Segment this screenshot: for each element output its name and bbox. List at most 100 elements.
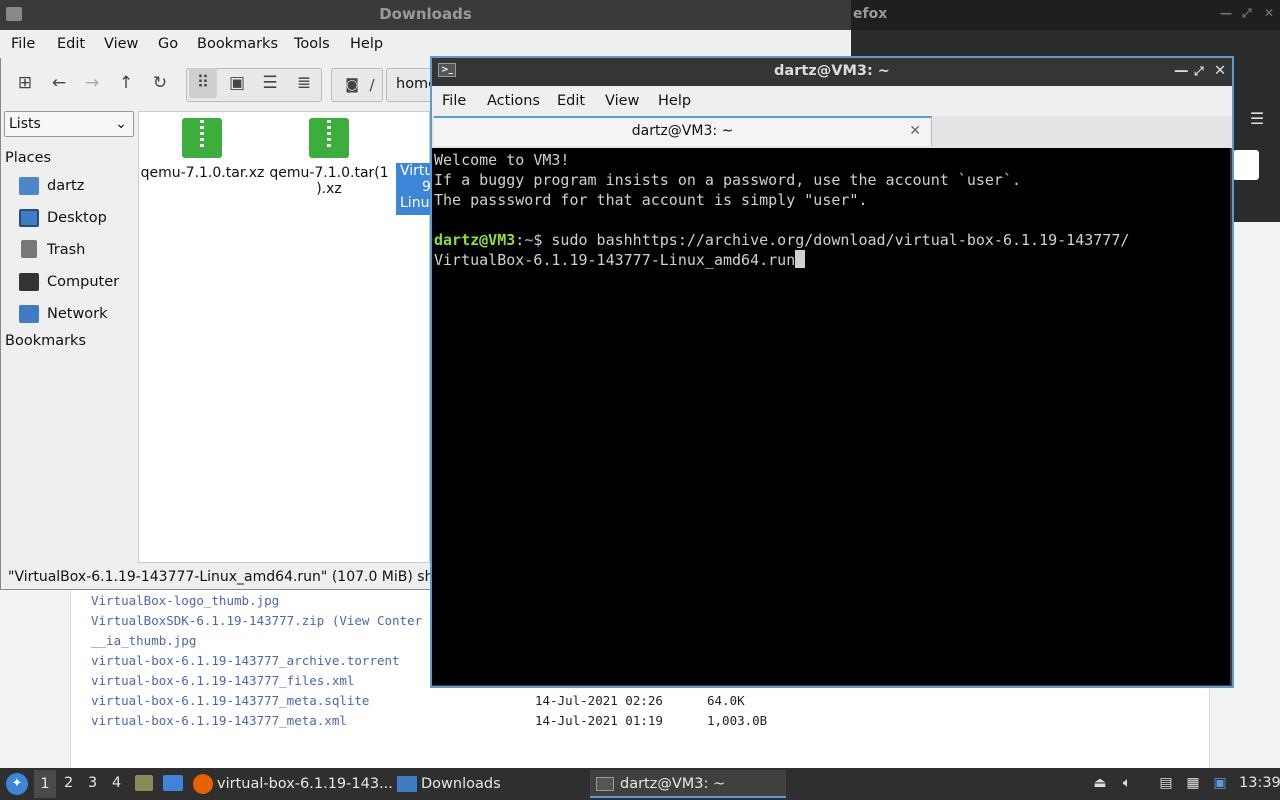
file-link[interactable]: virtual-box-6.1.19-143777_meta.xml (91, 713, 347, 728)
file-name-line: Virtu (400, 163, 430, 179)
file-name[interactable]: qemu-7.1.0.tar.xz (140, 165, 265, 181)
task-label: dartz@VM3: ~ (620, 776, 726, 792)
terminal-line: If a buggy program insists on a password… (434, 171, 1021, 189)
desktop-icon (19, 209, 39, 227)
file-size: 64.0K (707, 693, 745, 708)
forward-arrow-icon[interactable]: → (78, 68, 106, 98)
selected-file-name[interactable]: Virtu9Linux (396, 163, 430, 215)
menu-edit[interactable]: Edit (57, 36, 85, 52)
network-icon (19, 305, 39, 323)
places-header: Places (5, 150, 52, 166)
prompt-path: ~ (524, 231, 534, 249)
file-name-line: qemu-7.1.0.tar(1 (269, 165, 389, 181)
reload-icon[interactable]: ↻ (146, 68, 174, 98)
hamburger-menu-icon[interactable]: ☰ (1240, 104, 1274, 134)
workspace-1[interactable]: 1 (34, 770, 56, 798)
show-desktop-icon[interactable] (163, 775, 183, 791)
menu-help[interactable]: Help (350, 36, 383, 52)
new-tab-icon[interactable]: ⊞ (11, 68, 39, 98)
file-date: 14-Jul-2021 02:26 (535, 693, 663, 708)
home-folder-icon (19, 177, 39, 195)
place-desktop[interactable]: Desktop (47, 210, 107, 226)
volume-icon[interactable]: 🔈︎ (1118, 775, 1136, 793)
file-size: 1,003.0B (707, 713, 768, 728)
file-link[interactable]: virtual-box-6.1.19-143777_archive.torren… (91, 653, 400, 668)
icon-view-icon[interactable]: ⠿ (189, 68, 217, 98)
archive-file-icon[interactable] (309, 118, 349, 158)
file-name[interactable]: qemu-7.1.0.tar(1).xz (268, 165, 390, 197)
terminal-menu-file[interactable]: File (442, 93, 466, 109)
path-root-label: / (369, 76, 375, 94)
file-link[interactable]: virtual-box-6.1.19-143777_files.xml (91, 673, 354, 688)
chevron-down-icon: ⌄ (115, 116, 127, 132)
compact-view-icon[interactable]: ☰ (256, 68, 284, 98)
menu-bookmarks[interactable]: Bookmarks (197, 36, 278, 52)
place-trash[interactable]: Trash (47, 242, 85, 258)
place-dartz[interactable]: dartz (47, 178, 84, 194)
menu-tools[interactable]: Tools (294, 36, 330, 52)
file-link-name[interactable]: VirtualBoxSDK-6.1.19-143777.zip (91, 613, 324, 628)
maximize-icon[interactable]: ⤢ (1242, 6, 1252, 21)
trash-icon (21, 240, 37, 258)
file-manager-launcher-icon[interactable] (135, 775, 153, 791)
close-icon[interactable]: ✕ (1214, 58, 1226, 84)
task-label: Downloads (421, 776, 501, 792)
updates-icon[interactable]: ⏏ (1091, 775, 1109, 793)
maximize-icon[interactable]: ⤢ (1194, 58, 1204, 84)
terminal-output[interactable]: Welcome to VM3! If a buggy program insis… (432, 148, 1230, 685)
terminal-menu-view[interactable]: View (605, 93, 639, 109)
terminal-menu-help[interactable]: Help (658, 93, 691, 109)
firefox-search-field[interactable] (1233, 150, 1259, 180)
workspace-2[interactable]: 2 (64, 775, 73, 791)
file-link[interactable]: VirtualBox-logo_thumb.jpg (91, 593, 279, 608)
menu-file[interactable]: File (11, 36, 35, 52)
start-menu-icon[interactable]: ✦ (6, 773, 28, 795)
prompt-separator: : (515, 231, 525, 249)
file-link[interactable]: virtual-box-6.1.19-143777_meta.sqlite (91, 693, 369, 708)
close-tab-icon[interactable]: ✕ (909, 118, 921, 144)
minimize-icon[interactable]: — (1174, 58, 1189, 84)
archive-file-icon[interactable] (182, 118, 222, 158)
file-link[interactable]: VirtualBoxSDK-6.1.19-143777.zip (View Co… (91, 613, 422, 628)
clipboard-icon[interactable]: ▤ (1157, 775, 1175, 793)
place-computer[interactable]: Computer (47, 274, 119, 290)
terminal-line: The passsword for that account is simply… (434, 191, 868, 209)
side-pane-mode-label: Lists (9, 116, 41, 132)
file-link[interactable]: __ia_thumb.jpg (91, 633, 196, 648)
view-contents-link[interactable]: (View Conter (332, 613, 422, 628)
minimize-icon[interactable]: — (1220, 6, 1232, 20)
terminal-menubar (432, 86, 1232, 116)
file-name-line: Linux (400, 195, 430, 211)
terminal-icon (596, 777, 614, 791)
terminal-menu-actions[interactable]: Actions (487, 93, 540, 109)
place-network[interactable]: Network (47, 306, 108, 322)
clock[interactable]: 13:39 (1239, 775, 1280, 791)
prompt-user: dartz@VM3 (434, 231, 516, 249)
computer-icon (19, 273, 39, 291)
network-status-icon[interactable]: ▦ (1184, 775, 1202, 793)
task-downloads[interactable]: Downloads (393, 770, 583, 798)
close-icon[interactable]: ✕ (1264, 6, 1274, 20)
task-firefox[interactable]: virtual-box-6.1.19-143... (193, 770, 393, 798)
terminal-menu-edit[interactable]: Edit (557, 93, 585, 109)
side-pane-mode-select[interactable]: Lists ⌄ (4, 111, 134, 137)
task-terminal[interactable]: dartz@VM3: ~ (590, 770, 786, 798)
file-manager-title: Downloads (379, 5, 472, 23)
menu-view[interactable]: View (104, 36, 138, 52)
detailed-view-icon[interactable]: ≣ (290, 68, 318, 98)
file-date: 14-Jul-2021 01:19 (535, 713, 663, 728)
workspace-4[interactable]: 4 (112, 775, 121, 791)
firefox-icon (193, 774, 213, 794)
file-manager-titlebar: Downloads (0, 0, 851, 30)
text-cursor (795, 250, 806, 268)
file-name-line: 9 (422, 179, 430, 195)
menu-go[interactable]: Go (158, 36, 178, 52)
terminal-tab[interactable]: dartz@VM3: ~ ✕ (434, 116, 932, 146)
thumbnail-view-icon[interactable]: ▣ (223, 68, 251, 98)
status-bar: "VirtualBox-6.1.19-143777-Linux_amd64.ru… (2, 566, 430, 588)
workspace-3[interactable]: 3 (88, 775, 97, 791)
back-arrow-icon[interactable]: ← (45, 68, 73, 98)
up-arrow-icon[interactable]: ↑ (112, 68, 140, 98)
notification-icon[interactable]: ▣ (1211, 775, 1229, 793)
